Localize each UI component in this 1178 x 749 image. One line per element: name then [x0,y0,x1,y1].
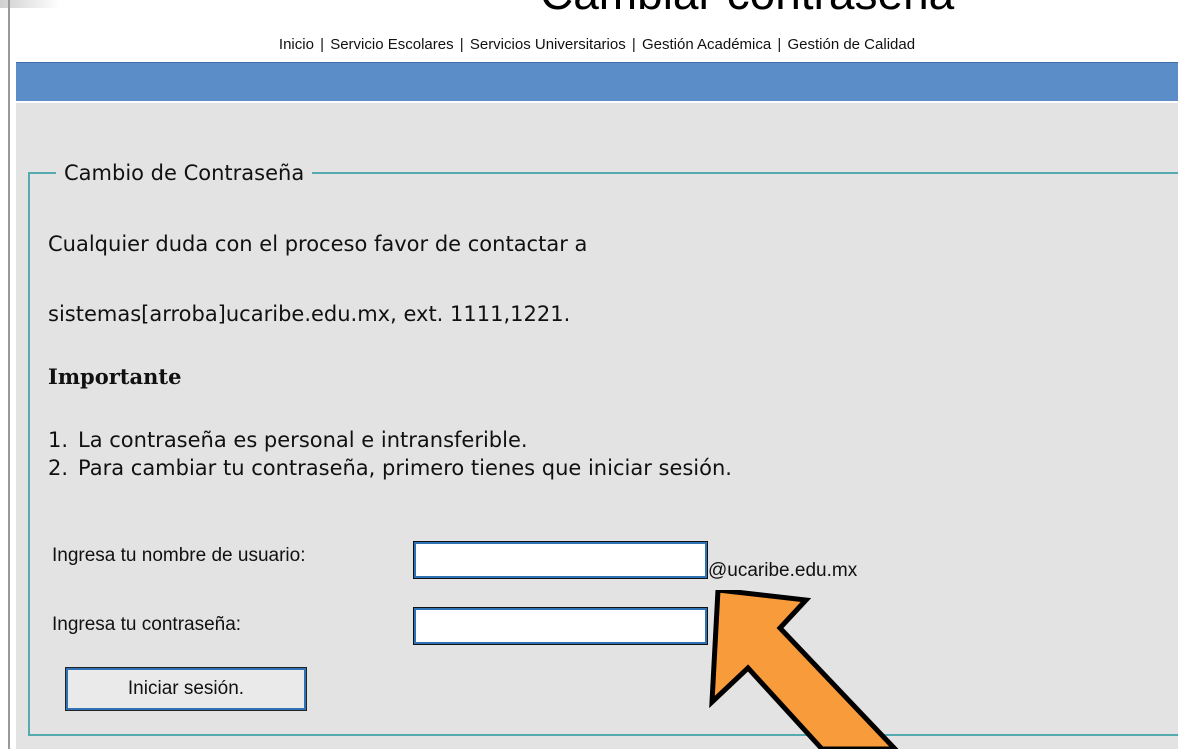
page-heading: Cambiar contraseña [540,0,954,16]
nav-link-servicios-universitarios[interactable]: Servicios Universitarios [470,36,626,53]
nav-separator: | [631,36,636,53]
nav-separator: | [777,36,782,53]
username-label: Ingresa tu nombre de usuario: [52,545,306,566]
rule-text: La contraseña es personal e intransferib… [78,428,528,452]
nav-bar [16,62,1178,102]
important-heading: Importante [48,364,182,389]
nav-link-inicio[interactable]: Inicio [279,36,314,53]
password-input[interactable] [413,607,708,645]
login-button[interactable]: Iniciar sesión. [65,667,307,711]
annotation-arrow-icon [709,590,899,749]
contact-text-line2: sistemas[arroba]ucaribe.edu.mx, ext. 111… [48,302,571,326]
rule-text: Para cambiar tu contraseña, primero tien… [78,456,732,480]
top-nav: Inicio | Servicio Escolares | Servicios … [16,36,1178,54]
left-border [8,0,10,749]
rule-number: 2. [47,456,68,480]
nav-link-gestion-calidad[interactable]: Gestión de Calidad [787,36,915,53]
nav-link-gestion-academica[interactable]: Gestión Académica [642,36,771,53]
password-label: Ingresa tu contraseña: [52,614,242,635]
contact-text-line1: Cualquier duda con el proceso favor de c… [48,232,588,256]
rule-item: 2. Para cambiar tu contraseña, primero ti… [30,456,732,480]
nav-separator: | [459,36,464,53]
nav-separator: | [320,36,325,53]
password-change-fieldset [28,172,1178,736]
nav-link-servicio-escolares[interactable]: Servicio Escolares [330,36,453,53]
rule-number: 1. [47,428,68,452]
username-domain-suffix: @ucaribe.edu.mx [708,560,858,581]
username-input[interactable] [413,541,708,579]
fieldset-legend: Cambio de Contraseña [56,161,313,185]
rule-item: 1. La contraseña es personal e intransfer… [30,428,528,452]
